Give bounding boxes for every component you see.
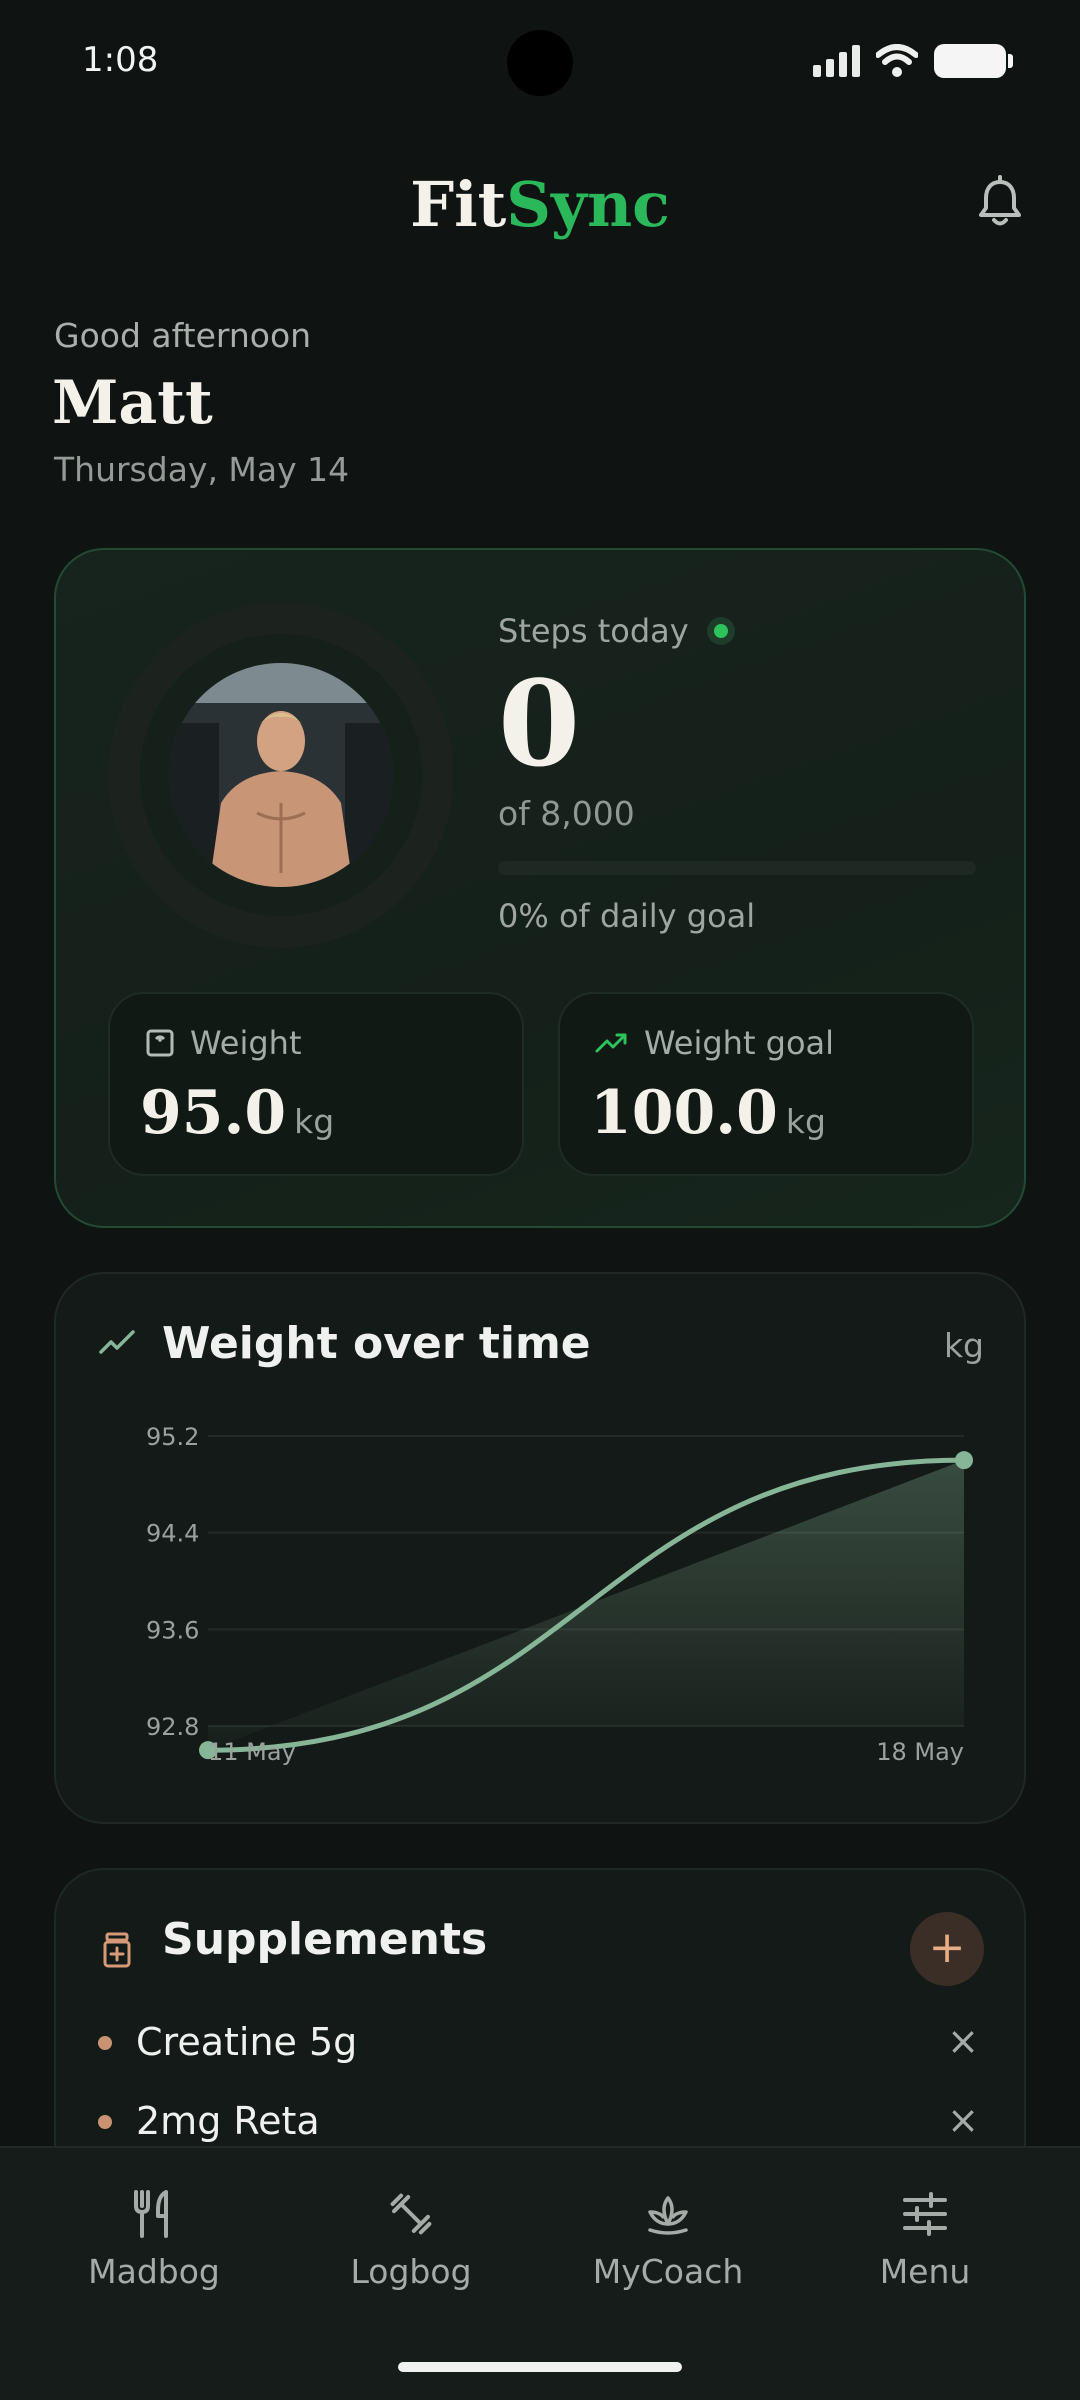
supplement-item: 2mg Reta × (98, 2091, 988, 2151)
nav-label: Menu (879, 2252, 971, 2291)
nav-label: Logbog (350, 2252, 472, 2291)
logo-sync: Sync (506, 168, 670, 241)
signal-icon (813, 45, 860, 77)
y-tick-label: 95.2 (146, 1423, 199, 1451)
weight-stat[interactable]: Weight 95.0 kg (108, 992, 524, 1176)
battery-icon (934, 44, 1013, 78)
weight-goal-label: Weight goal (644, 1024, 835, 1062)
avatar-photo (169, 663, 393, 887)
add-supplement-button[interactable]: + (910, 1912, 984, 1986)
supplement-item: Creatine 5g × (98, 2012, 988, 2072)
x-tick-label: 18 May (876, 1738, 964, 1766)
front-camera (507, 30, 573, 96)
steps-label: Steps today (498, 612, 689, 650)
nav-item-madbog[interactable]: Madbog (44, 2188, 264, 2291)
home-indicator[interactable] (398, 2362, 682, 2372)
supplements-title: Supplements (162, 1914, 488, 1965)
notification-bell-icon[interactable] (970, 172, 1030, 232)
trending-up-icon (595, 1033, 627, 1053)
steps-goal: of 8,000 (498, 793, 635, 833)
supplement-bullet (98, 2036, 112, 2050)
weight-chart-card: Weight over time kg 95.2 94.4 93.6 92.8 11 M… (54, 1272, 1026, 1824)
live-status-dot (706, 617, 735, 645)
nav-item-menu[interactable]: Menu (815, 2188, 1035, 2291)
remove-supplement-button[interactable]: × (938, 2016, 988, 2066)
nav-item-logbog[interactable]: Logbog (301, 2188, 521, 2291)
supplement-bottle-icon (103, 1932, 131, 1968)
status-time: 1:08 (82, 40, 159, 80)
app-header: FitSync (0, 150, 1080, 260)
weight-label: Weight (190, 1024, 302, 1062)
weight-goal-stat[interactable]: Weight goal 100.0 kg (558, 992, 974, 1176)
y-tick-label: 93.6 (146, 1616, 199, 1644)
lotus-icon (648, 2196, 688, 2235)
x-tick-label: 11 May (208, 1738, 296, 1766)
app-logo: FitSync (0, 168, 1080, 241)
nav-label: MyCoach (592, 2252, 744, 2291)
weight-goal-value: 100.0 (590, 1078, 778, 1148)
scale-icon (146, 1029, 174, 1057)
steps-progress-ring (108, 602, 454, 948)
greeting-name: Matt (52, 368, 213, 438)
y-tick-label: 94.4 (146, 1520, 199, 1548)
remove-supplement-button[interactable]: × (938, 2095, 988, 2145)
weight-value: 95.0 (140, 1078, 287, 1148)
steps-progress-bar (498, 860, 976, 875)
steps-info: Steps today 0 of 8,000 0% of daily goal (498, 612, 978, 935)
steps-label-row: Steps today (498, 612, 978, 650)
weight-chart: 95.2 94.4 93.6 92.8 11 May 18 May (146, 1423, 973, 1766)
greeting-date: Thursday, May 14 (54, 450, 350, 489)
sliders-icon (903, 2192, 947, 2236)
status-icons (813, 44, 1013, 78)
nav-label: Madbog (88, 2252, 220, 2291)
weight-unit: kg (294, 1102, 335, 1141)
data-point (955, 1451, 973, 1470)
utensils-icon (134, 2190, 168, 2238)
logo-fit: Fit (410, 168, 507, 241)
avatar[interactable] (169, 663, 393, 887)
y-tick-label: 92.8 (146, 1713, 199, 1741)
steps-value: 0 (498, 654, 581, 793)
steps-percent: 0% of daily goal (498, 896, 756, 935)
nav-item-mycoach[interactable]: MyCoach (558, 2188, 778, 2291)
wifi-icon (876, 44, 918, 77)
status-bar: 1:08 (0, 0, 1080, 125)
steps-card[interactable]: Steps today 0 of 8,000 0% of daily goal … (54, 548, 1026, 1228)
supplement-bullet (98, 2115, 112, 2129)
weight-goal-unit: kg (785, 1102, 826, 1141)
supplement-name: Creatine 5g (136, 2020, 358, 2064)
supplement-name: 2mg Reta (136, 2099, 320, 2143)
greeting-salutation: Good afternoon (54, 316, 312, 355)
dumbbell-icon (390, 2193, 432, 2235)
